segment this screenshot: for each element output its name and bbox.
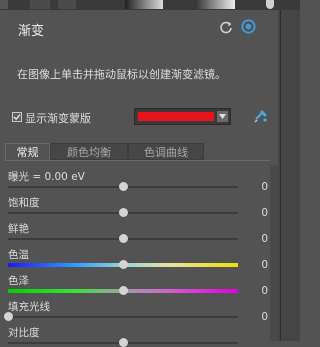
slider-value: 0 (261, 259, 268, 271)
toggle-on-icon[interactable] (241, 19, 256, 34)
slider-track[interactable] (8, 316, 238, 318)
dropdown-arrow-icon[interactable] (217, 111, 228, 122)
slider-thumb[interactable] (119, 338, 128, 347)
mask-color-swatch (138, 112, 214, 121)
scrollbar[interactable] (270, 165, 278, 341)
toolbar-strip (0, 0, 300, 10)
tab-general[interactable]: 常规 (5, 143, 50, 160)
slider-value: 0 (261, 285, 268, 297)
slider-value: 0 (261, 233, 268, 245)
show-mask-label[interactable]: 显示渐变蒙版 (25, 110, 91, 126)
color-picker-swap-icon[interactable] (253, 108, 269, 124)
tab-color-balance[interactable]: 颜色均衡 (50, 143, 128, 160)
tab-tone-curve[interactable]: 色调曲线 (128, 143, 204, 160)
slider-label: 色泽 (8, 275, 29, 287)
toolbar-button[interactable] (30, 0, 50, 9)
show-mask-checkbox[interactable] (12, 112, 22, 122)
instruction-text: 在图像上单击并拖动鼠标以创建渐变滤镜。 (17, 68, 226, 81)
info-icon[interactable] (266, 0, 274, 9)
slider-thumb[interactable] (119, 234, 128, 243)
slider-thumb[interactable] (119, 182, 128, 191)
slider-thumb[interactable] (4, 312, 13, 321)
slider-label: 对比度 (8, 327, 40, 339)
slider-thumb[interactable] (119, 286, 128, 295)
slider-label: 曝光 = 0.00 eV (8, 171, 85, 183)
refresh-icon[interactable] (219, 19, 233, 34)
slider-label: 饱和度 (8, 197, 40, 209)
slider-value: 0 (261, 181, 268, 193)
slider-thumb[interactable] (119, 260, 128, 269)
slider-value: 0 (261, 311, 268, 323)
slider-label: 填充光线 (8, 301, 50, 313)
slider-value: 0 (261, 207, 268, 219)
mask-color-picker[interactable] (134, 108, 231, 125)
gradient-preset-thumbnail[interactable] (195, 0, 235, 9)
toolbar-button[interactable] (0, 0, 8, 9)
slider-label: 色温 (8, 249, 29, 261)
slider-label: 鲜艳 (8, 223, 29, 235)
panel-title: 渐变 (18, 24, 45, 39)
tab-underline (5, 160, 270, 161)
gradient-preset-thumbnail[interactable] (125, 0, 163, 9)
toolbar-button[interactable] (58, 0, 76, 9)
slider-thumb[interactable] (119, 208, 128, 217)
panel-edge (278, 10, 300, 341)
